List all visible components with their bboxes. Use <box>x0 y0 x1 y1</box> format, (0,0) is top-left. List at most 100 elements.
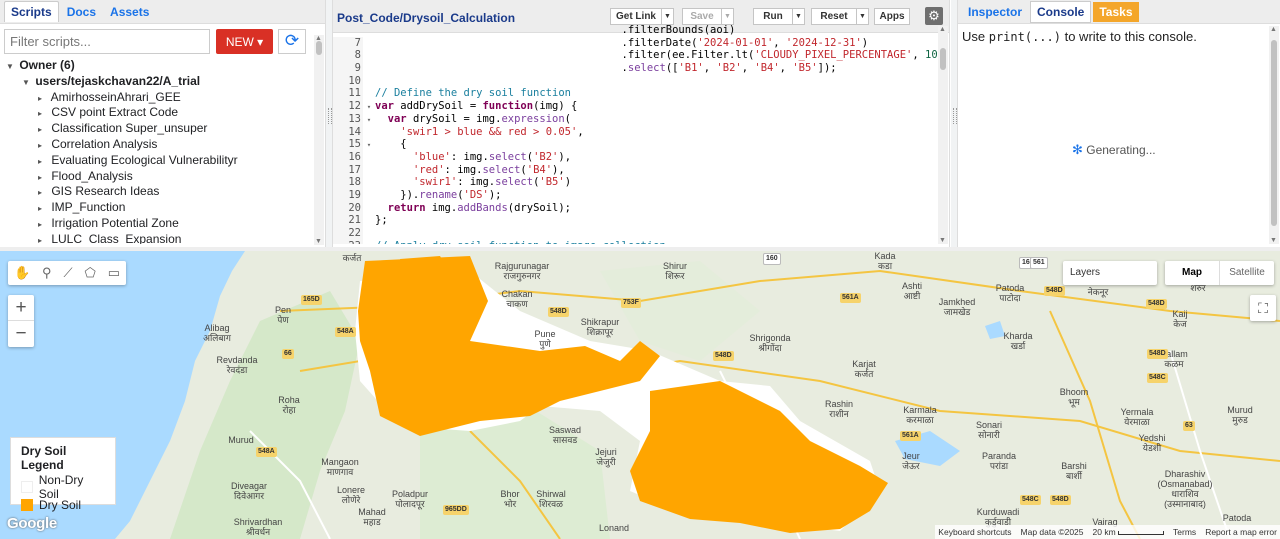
save-button[interactable]: Save ▼ <box>682 8 734 25</box>
marker-icon[interactable]: ⚲ <box>42 265 52 281</box>
dropdown-arrow-icon[interactable]: ▼ <box>721 9 733 24</box>
map-canvas[interactable]: कर्जत Rajgurunagar राजगुरुनगर Shirur शिरूर… <box>0 251 1280 539</box>
code-line[interactable]: 10 <box>333 74 939 88</box>
tab-tasks[interactable]: Tasks <box>1093 1 1139 22</box>
script-file-item[interactable]: ▸ Evaluating Ecological Vulnerabilityr <box>0 153 312 169</box>
code-line[interactable]: 16 'blue': img.select('B2'), <box>333 150 939 164</box>
line-icon[interactable]: ⟋ <box>63 265 72 281</box>
code-area[interactable]: .filterBounds(aoi) 7 .filterDate('2024-01… <box>333 24 939 244</box>
map-place-label: Murud मुरुड <box>1227 405 1253 425</box>
code-line[interactable]: 22 <box>333 227 939 240</box>
terms-link[interactable]: Terms <box>1173 527 1196 537</box>
map-type-map[interactable]: Map <box>1165 261 1220 285</box>
filter-scripts-input[interactable] <box>4 29 210 54</box>
keyboard-shortcuts-link[interactable]: Keyboard shortcuts <box>938 527 1011 537</box>
gear-icon[interactable]: ⚙ <box>925 7 943 25</box>
tree-owner[interactable]: ▼ Owner (6) <box>0 58 312 74</box>
code-line[interactable]: 14 'swir1 > blue && red > 0.05', <box>333 125 939 139</box>
script-file-item[interactable]: ▸ AmirhosseinAhrari_GEE <box>0 90 312 106</box>
script-file-item[interactable]: ▸ Irrigation Potential Zone <box>0 216 312 232</box>
script-file-label: AmirhosseinAhrari_GEE <box>50 89 181 104</box>
console-scrollbar[interactable]: ▲ ▼ <box>1269 26 1279 244</box>
scroll-down-icon[interactable]: ▼ <box>939 237 946 244</box>
code-line[interactable]: .filterBounds(aoi) <box>333 24 939 37</box>
scroll-thumb[interactable] <box>940 48 946 70</box>
map-place-label: नेकनूर <box>1087 287 1109 297</box>
code-line[interactable]: 23 // Apply dry soil function to image co… <box>333 239 939 244</box>
map-place-label: Paranda परांडा <box>981 451 1017 471</box>
code-line[interactable]: 13 ▾ var drySoil = img.expression( <box>333 112 939 126</box>
highway-shield: 548C <box>1020 495 1041 505</box>
highway-shield: 66 <box>282 349 294 359</box>
script-file-item[interactable]: ▸ IMP_Function <box>0 200 312 216</box>
tab-inspector[interactable]: Inspector <box>962 2 1028 22</box>
code-scrollbar[interactable]: ▲ ▼ <box>938 26 948 244</box>
code-line[interactable]: 19 }).rename('DS'); <box>333 188 939 202</box>
reset-button[interactable]: Reset ▼ <box>811 8 869 25</box>
code-line[interactable]: 20 return img.addBands(drySoil); <box>333 201 939 215</box>
generating-status: ✻ Generating... <box>1072 142 1156 158</box>
code-text: var drySoil = img.expression( <box>387 112 571 125</box>
scroll-thumb[interactable] <box>316 41 322 55</box>
highway-shield: 548D <box>1146 299 1167 309</box>
polygon-icon[interactable]: ⬠ <box>85 265 96 281</box>
expand-arrow-icon: ▸ <box>38 109 43 119</box>
map-place-label: Sonari सोनारी <box>975 420 1002 440</box>
script-file-item[interactable]: ▸ Flood_Analysis <box>0 169 312 185</box>
tree-user-folder[interactable]: ▼ users/tejaskchavan22/A_trial <box>0 74 312 90</box>
dropdown-arrow-icon[interactable]: ▼ <box>661 9 673 24</box>
scroll-up-icon[interactable]: ▲ <box>1270 26 1277 33</box>
code-line[interactable]: 7 .filterDate('2024-01-01', '2024-12-31'… <box>333 36 939 50</box>
dropdown-arrow-icon[interactable]: ▼ <box>856 9 868 24</box>
code-line[interactable]: 15 ▾ { <box>333 138 939 151</box>
script-file-item[interactable]: ▸ LULC_Class_Expansion <box>0 232 312 244</box>
map-place-label: Yermala येरमाळा <box>1120 407 1154 427</box>
zoom-out-button[interactable]: − <box>8 321 34 347</box>
scroll-up-icon[interactable]: ▲ <box>939 26 946 33</box>
scroll-down-icon[interactable]: ▼ <box>1270 237 1277 244</box>
pan-hand-icon[interactable]: ✋ <box>14 265 30 281</box>
code-line[interactable]: 17 'red': img.select('B4'), <box>333 163 939 177</box>
script-file-label: Irrigation Potential Zone <box>51 215 179 230</box>
fullscreen-icon[interactable]: ⛶ <box>1250 295 1276 321</box>
dropdown-arrow-icon[interactable]: ▼ <box>792 9 804 24</box>
code-line[interactable]: 21}; <box>333 214 939 228</box>
line-number: 10 <box>333 74 363 88</box>
zoom-in-button[interactable]: + <box>8 295 34 321</box>
tab-scripts[interactable]: Scripts <box>4 1 59 22</box>
report-map-error-link[interactable]: Report a map error <box>1205 527 1277 537</box>
tab-docs[interactable]: Docs <box>61 2 102 22</box>
script-file-item[interactable]: ▸ Correlation Analysis <box>0 137 312 153</box>
rectangle-icon[interactable]: ▭ <box>108 265 120 281</box>
script-file-item[interactable]: ▸ GIS Research Ideas <box>0 184 312 200</box>
code-line[interactable]: 18 'swir1': img.select('B5') <box>333 176 939 189</box>
map-type-satellite[interactable]: Satellite <box>1220 261 1274 285</box>
code-line[interactable]: 8 .filter(ee.Filter.lt('CLOUDY_PIXEL_PER… <box>333 49 939 63</box>
code-text: .filterDate('2024-01-01', '2024-12-31') <box>375 36 869 49</box>
refresh-icon[interactable]: ⟳ <box>278 29 306 54</box>
code-text: .select(['B1', 'B2', 'B4', 'B5']); <box>375 62 837 75</box>
tab-assets[interactable]: Assets <box>104 2 155 22</box>
layers-button[interactable]: Layers <box>1063 261 1157 285</box>
apps-button[interactable]: Apps <box>874 8 910 25</box>
scroll-thumb[interactable] <box>1271 40 1277 226</box>
line-number: 9 <box>333 62 363 75</box>
legend-item: Non-Dry Soil <box>21 473 105 501</box>
tab-console[interactable]: Console <box>1030 0 1092 23</box>
highway-shield: 160 <box>763 253 781 265</box>
script-file-item[interactable]: ▸ CSV point Extract Code <box>0 105 312 121</box>
legend-swatch <box>21 481 33 493</box>
scripts-scrollbar[interactable]: ▲ ▼ <box>314 35 324 245</box>
highway-shield: 548D <box>548 307 569 317</box>
code-line[interactable]: 12 ▾ var addDrySoil = function(img) { <box>333 100 939 113</box>
highway-shield: 165D <box>301 295 322 305</box>
scroll-down-icon[interactable]: ▼ <box>315 238 322 245</box>
console-code: print(...) <box>988 30 1061 44</box>
code-line[interactable]: 11 // Define the dry soil function <box>333 87 939 101</box>
map-place-label: Shirur शिरूर <box>662 261 687 281</box>
code-line[interactable]: 9 .select(['B1', 'B2', 'B4', 'B5']); <box>333 62 939 75</box>
new-button[interactable]: NEW ▾ <box>216 29 273 54</box>
get-link-button[interactable]: Get Link ▼ <box>610 8 674 25</box>
run-button[interactable]: Run ▼ <box>753 8 805 25</box>
script-file-item[interactable]: ▸ Classification Super_unsuper <box>0 121 312 137</box>
